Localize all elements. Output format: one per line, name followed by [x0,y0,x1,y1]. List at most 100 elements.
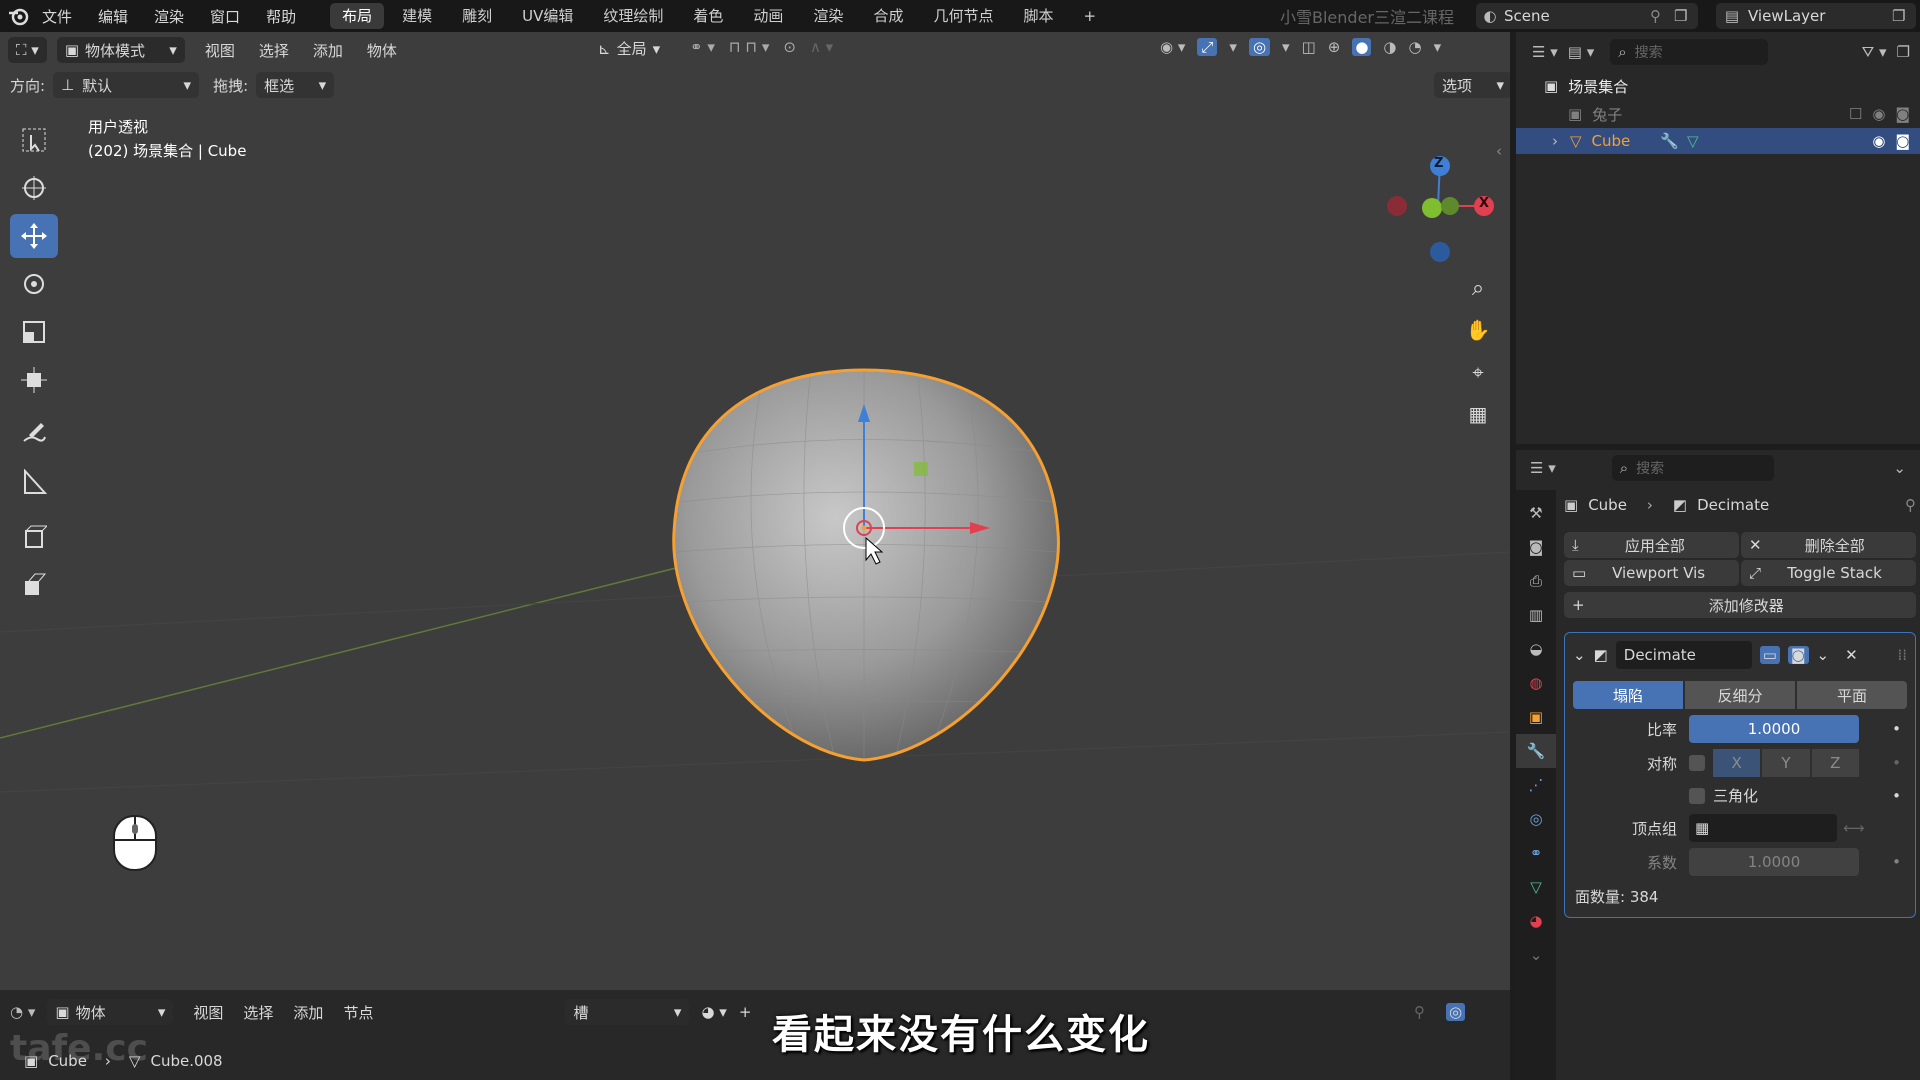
delete-all-button[interactable]: ✕ 删除全部 [1741,532,1916,558]
eye-icon[interactable]: ◉ [1872,132,1885,150]
apply-all-button[interactable]: ⤓ 应用全部 [1564,532,1739,558]
viewport-vis-button[interactable]: ▭ Viewport Vis [1564,560,1739,586]
checkbox-icon[interactable]: ☐ [1849,105,1862,123]
new-view-layer-icon[interactable]: ❐ [1892,7,1916,25]
add-modifier-button[interactable]: + 添加修改器 [1564,592,1916,618]
pin-icon[interactable]: ⚲ [1905,496,1916,514]
physics-tab-icon[interactable]: ◎ [1516,802,1556,836]
editor-type-icon[interactable]: ☰ ▾ [1530,459,1556,477]
axis-z-button[interactable]: Z [1811,749,1859,777]
zoom-icon[interactable]: ⌕ [1462,272,1494,304]
bottom-menu-view[interactable]: 视图 [193,1002,223,1023]
output-tab-icon[interactable]: ⎙ [1516,564,1556,598]
workspace-tab-shading[interactable]: 着色 [681,3,735,29]
slot-dropdown[interactable]: 槽 ▾ [565,999,690,1025]
chevron-down-icon[interactable]: ⌄ [1817,646,1830,664]
mode-planar-tab[interactable]: 平面 [1797,681,1907,709]
keyframe-dot-icon[interactable]: • [1892,754,1901,772]
material-browse-icon[interactable]: ◕ ▾ [701,1003,726,1021]
particles-tab-icon[interactable]: ⋰ [1516,768,1556,802]
overlay-toggle-icon[interactable]: ◎ [1446,1003,1466,1021]
modifier-name-field[interactable]: Decimate [1615,641,1752,669]
material-tab-icon[interactable]: ◕ [1516,904,1556,938]
object-mode-dropdown[interactable]: ▣ 物体 ▾ [47,999,174,1025]
outliner-row-cube[interactable]: › ▽ Cube 🔧 ▽ ◉ ◙ [1516,128,1920,154]
constraints-tab-icon[interactable]: ⚭ [1516,836,1556,870]
outliner-row-scene-collection[interactable]: ▣ 场景集合 [1516,72,1920,100]
axis-x-button[interactable]: X [1713,749,1761,777]
collapse-chevron-icon[interactable]: ⌄ [1573,646,1586,664]
workspace-tab-rendering[interactable]: 渲染 [801,3,855,29]
workspace-tab-layout[interactable]: 布局 [330,3,385,29]
menu-file[interactable]: 文件 [42,6,72,27]
workspace-tab-texture-paint[interactable]: 纹理绘制 [591,3,675,29]
chevron-down-icon[interactable]: ⌄ [1893,459,1906,477]
scene-selector[interactable]: ◐ Scene ⚲ ❐ [1476,3,1698,29]
scene-canvas[interactable] [0,32,1510,990]
close-icon[interactable]: ✕ [1845,646,1858,664]
measure-tool-icon[interactable] [10,460,58,504]
add-workspace-icon[interactable]: + [1071,3,1108,29]
triangulate-checkbox[interactable] [1689,787,1705,804]
bottom-menu-node[interactable]: 节点 [343,1002,373,1023]
editor-type-icon[interactable]: ◔ ▾ [10,1003,35,1021]
symmetry-checkbox[interactable] [1689,755,1705,771]
modifier-tab-icon[interactable]: 🔧 [1516,734,1556,768]
collapse-sidebar-icon[interactable]: ‹ [1496,142,1502,160]
mode-unsubdivide-tab[interactable]: 反细分 [1685,681,1795,709]
workspace-tab-scripting[interactable]: 脚本 [1011,3,1065,29]
add-cube-tool-icon[interactable] [10,514,58,558]
outliner-search-input[interactable]: ⌕ 搜索 [1610,39,1769,65]
menu-window[interactable]: 窗口 [210,6,240,27]
keyframe-dot-icon[interactable]: • [1892,853,1901,871]
expand-chevron-icon[interactable]: › [1552,132,1558,150]
show-in-viewport-icon[interactable]: ▭ [1759,646,1780,664]
bottom-menu-select[interactable]: 选择 [243,1002,273,1023]
new-scene-icon[interactable]: ❐ [1674,7,1698,25]
toggle-stack-button[interactable]: ⤢ Toggle Stack [1741,560,1916,586]
pin-icon[interactable]: ⚲ [1650,7,1674,25]
grid-view-icon[interactable]: ▦ [1462,398,1494,430]
keyframe-dot-icon[interactable]: • [1892,720,1901,738]
editor-type-icon[interactable]: ☰ ▾ [1532,43,1558,61]
vertex-group-field[interactable]: ▦ [1689,814,1837,842]
wrench-icon[interactable]: 🔧 [1660,132,1679,150]
move-tool-icon[interactable] [10,214,58,258]
tool-tab-icon[interactable]: ⚒ [1516,496,1556,530]
invert-icon[interactable]: ⟷ [1843,819,1865,837]
new-material-icon[interactable]: + [739,1003,752,1021]
workspace-tab-modeling[interactable]: 建模 [390,3,444,29]
select-box-tool-icon[interactable] [10,118,58,162]
transform-tool-icon[interactable] [10,358,58,402]
view-layer-name[interactable]: ViewLayer [1748,7,1892,25]
workspace-tab-geometry-nodes[interactable]: 几何节点 [921,3,1005,29]
data-tab-icon[interactable]: ▽ [1516,870,1556,904]
eye-icon[interactable]: ◉ [1872,105,1885,123]
scene-name[interactable]: Scene [1504,7,1650,25]
cube-object[interactable] [672,368,1060,762]
workspace-tab-compositing[interactable]: 合成 [861,3,915,29]
keyframe-dot-icon[interactable]: • [1892,787,1901,805]
render-tab-icon[interactable]: ◙ [1516,530,1556,564]
axis-y-button[interactable]: Y [1762,749,1810,777]
factor-slider[interactable]: 1.0000 [1689,848,1859,876]
view-layer-selector[interactable]: ▤ ViewLayer ❐ [1716,3,1916,29]
show-in-render-icon[interactable]: ◙ [1787,646,1809,664]
filter-icon[interactable]: ⛛ ▾ [1862,43,1887,61]
display-mode-icon[interactable]: ▤ ▾ [1568,43,1594,61]
annotate-tool-icon[interactable] [10,412,58,456]
workspace-tab-uv-editing[interactable]: UV编辑 [510,3,585,29]
new-collection-icon[interactable]: ❐ [1897,43,1910,61]
hand-pan-icon[interactable]: ✋ [1462,314,1494,346]
3d-viewport[interactable]: ⛶ ▾ ▣ 物体模式 ▾ 视图 选择 添加 物体 ⊾ 全局 ▾ ⚭ ▾ ⊓ ⊓ ▾ … [0,32,1510,990]
object-tab-icon[interactable]: ▣ [1516,700,1556,734]
world-tab-icon[interactable]: ◍ [1516,666,1556,700]
mode-collapse-tab[interactable]: 塌陷 [1573,681,1683,709]
scene-tab-icon[interactable]: ◒ [1516,632,1556,666]
properties-search-input[interactable]: ⌕ 搜索 [1611,455,1774,481]
menu-edit[interactable]: 编辑 [98,6,128,27]
ratio-slider[interactable]: 1.0000 [1689,715,1859,743]
menu-help[interactable]: 帮助 [266,6,296,27]
extrude-tool-icon[interactable] [10,562,58,606]
workspace-tab-animation[interactable]: 动画 [741,3,795,29]
